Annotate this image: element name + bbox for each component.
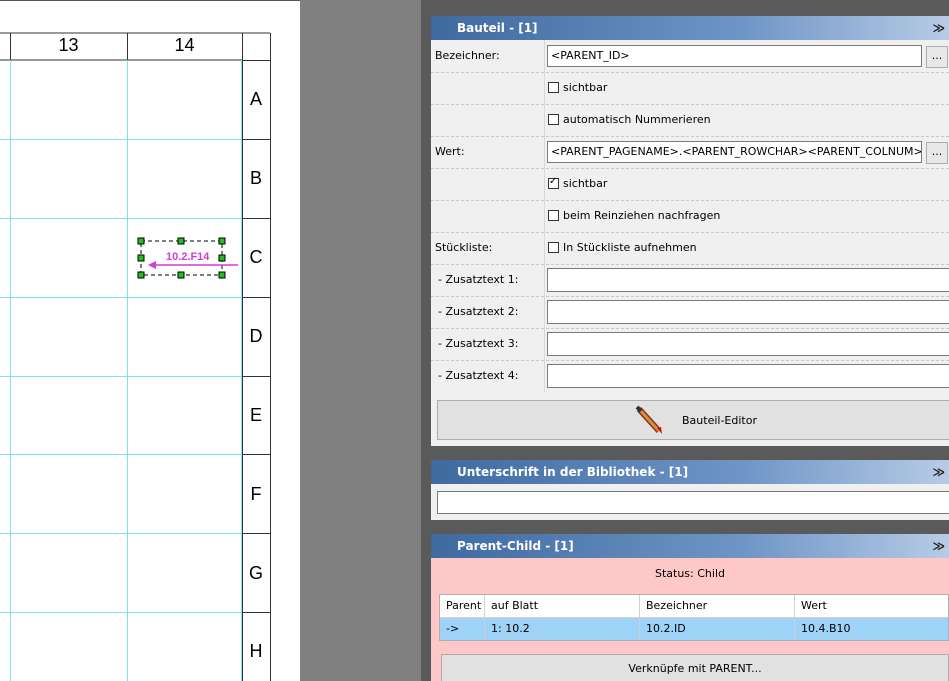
bauteil-section-header[interactable]: Bauteil - [1] ≫	[431, 16, 949, 40]
column-header[interactable]: Parent	[440, 595, 485, 617]
unterschrift-input[interactable]	[437, 491, 949, 514]
unterschrift-section: Unterschrift in der Bibliothek - [1] ≫	[431, 460, 949, 520]
zusatztext-4-label: - Zusatztext 4:	[438, 369, 519, 382]
zusatztext-2-label: - Zusatztext 2:	[438, 305, 519, 318]
symbol-label: 10.2.F14	[166, 251, 210, 263]
bauteil-editor-label: Bauteil-Editor	[682, 414, 757, 427]
stueckliste-checkbox[interactable]	[548, 242, 559, 253]
zusatztext-4-row: - Zusatztext 4:	[431, 360, 949, 392]
stueckliste-row: Stückliste: In Stückliste aufnehmen	[431, 232, 949, 265]
sichtbar2-row: sichtbar	[431, 168, 949, 201]
wert-label: Wert:	[435, 145, 465, 158]
component-symbol[interactable]: 10.2.F14	[137, 237, 238, 279]
column-header-13: 13	[58, 35, 79, 55]
workspace-background	[300, 0, 421, 681]
pencil-icon	[635, 405, 662, 434]
bezeichner-label: Bezeichner:	[435, 49, 500, 62]
auto-num-row: automatisch Nummerieren	[431, 104, 949, 137]
stueckliste-label: Stückliste:	[435, 241, 493, 254]
row-label-h: H	[249, 641, 263, 661]
zusatztext-1-label: - Zusatztext 1:	[438, 273, 519, 286]
auto-num-label: automatisch Nummerieren	[563, 113, 711, 126]
zusatztext-4-input[interactable]	[547, 364, 949, 388]
zusatztext-2-row: - Zusatztext 2:	[431, 296, 949, 329]
parent-child-body: Status: Child Parent auf Blatt Bezeichne…	[431, 558, 949, 681]
sichtbar1-label: sichtbar	[563, 81, 608, 94]
parent-child-section-title: Parent-Child - [1]	[457, 539, 574, 553]
unterschrift-section-title: Unterschrift in der Bibliothek - [1]	[457, 465, 689, 479]
sichtbar1-checkbox[interactable]	[548, 82, 559, 93]
table-header-row: Parent auf Blatt Bezeichner Wert	[440, 595, 948, 618]
stueckliste-checkbox-label: In Stückliste aufnehmen	[563, 241, 697, 254]
column-header[interactable]: auf Blatt	[485, 595, 640, 617]
bezeichner-input[interactable]: <PARENT_ID>	[547, 45, 922, 67]
table-cell: 10.2.ID	[640, 618, 795, 640]
unterschrift-section-header[interactable]: Unterschrift in der Bibliothek - [1] ≫	[431, 460, 949, 484]
table-cell: ->	[440, 618, 485, 640]
row-label-e: E	[249, 405, 262, 425]
row-label-b: B	[249, 168, 262, 188]
column-header[interactable]: Wert	[795, 595, 948, 617]
row-label-g: G	[248, 563, 263, 583]
row-label-a: A	[249, 89, 262, 109]
link-parent-button[interactable]: Verknüpfe mit PARENT...	[441, 654, 949, 681]
sichtbar2-checkbox[interactable]	[548, 176, 559, 189]
status-text: Status: Child	[654, 567, 725, 580]
collapse-chevron-icon[interactable]: ≫	[932, 460, 945, 484]
reinziehen-label: beim Reinziehen nachfragen	[563, 209, 721, 222]
table-cell: 1: 10.2	[485, 618, 640, 640]
sichtbar2-label: sichtbar	[563, 177, 608, 190]
row-label-d: D	[249, 326, 263, 346]
parent-child-table: Parent auf Blatt Bezeichner Wert -> 1: 1…	[439, 594, 949, 641]
schematic-sheet[interactable]: 10.2.F14 13 14 A B C D E F G H	[0, 0, 300, 681]
zusatztext-3-row: - Zusatztext 3:	[431, 328, 949, 361]
reinziehen-row: beim Reinziehen nachfragen	[431, 200, 949, 233]
zusatztext-2-input[interactable]	[547, 300, 949, 324]
bauteil-section-title: Bauteil - [1]	[457, 21, 538, 35]
wert-browse-button[interactable]: ...	[926, 142, 948, 164]
zusatztext-1-input[interactable]	[547, 268, 949, 292]
column-header-14: 14	[174, 35, 195, 55]
parent-child-section: Parent-Child - [1] ≫ Status: Child Paren…	[431, 534, 949, 681]
bauteil-section: Bauteil - [1] ≫ Bezeichner: <PARENT_ID> …	[431, 16, 949, 446]
row-label-f: F	[250, 484, 262, 504]
reinziehen-checkbox[interactable]	[548, 210, 559, 221]
bauteil-editor-button[interactable]: Bauteil-Editor	[437, 400, 949, 440]
collapse-chevron-icon[interactable]: ≫	[932, 534, 945, 558]
wert-input[interactable]: <PARENT_PAGENAME>.<PARENT_ROWCHAR><PAREN…	[547, 141, 922, 163]
property-panel: Bauteil - [1] ≫ Bezeichner: <PARENT_ID> …	[421, 0, 949, 681]
auto-num-checkbox[interactable]	[548, 114, 559, 125]
bezeichner-browse-button[interactable]: ...	[926, 46, 948, 68]
column-header[interactable]: Bezeichner	[640, 595, 795, 617]
row-label-c: C	[249, 247, 263, 267]
zusatztext-3-input[interactable]	[547, 332, 949, 356]
sichtbar1-row: sichtbar	[431, 72, 949, 105]
wert-row: Wert: <PARENT_PAGENAME>.<PARENT_ROWCHAR>…	[431, 136, 949, 169]
zusatztext-1-row: - Zusatztext 1:	[431, 264, 949, 297]
table-row[interactable]: -> 1: 10.2 10.2.ID 10.4.B10	[440, 618, 948, 640]
table-cell: 10.4.B10	[801, 622, 851, 635]
parent-child-section-header[interactable]: Parent-Child - [1] ≫	[431, 534, 949, 558]
bezeichner-row: Bezeichner: <PARENT_ID> ...	[431, 40, 949, 73]
collapse-chevron-icon[interactable]: ≫	[932, 16, 945, 40]
zusatztext-3-label: - Zusatztext 3:	[438, 337, 519, 350]
